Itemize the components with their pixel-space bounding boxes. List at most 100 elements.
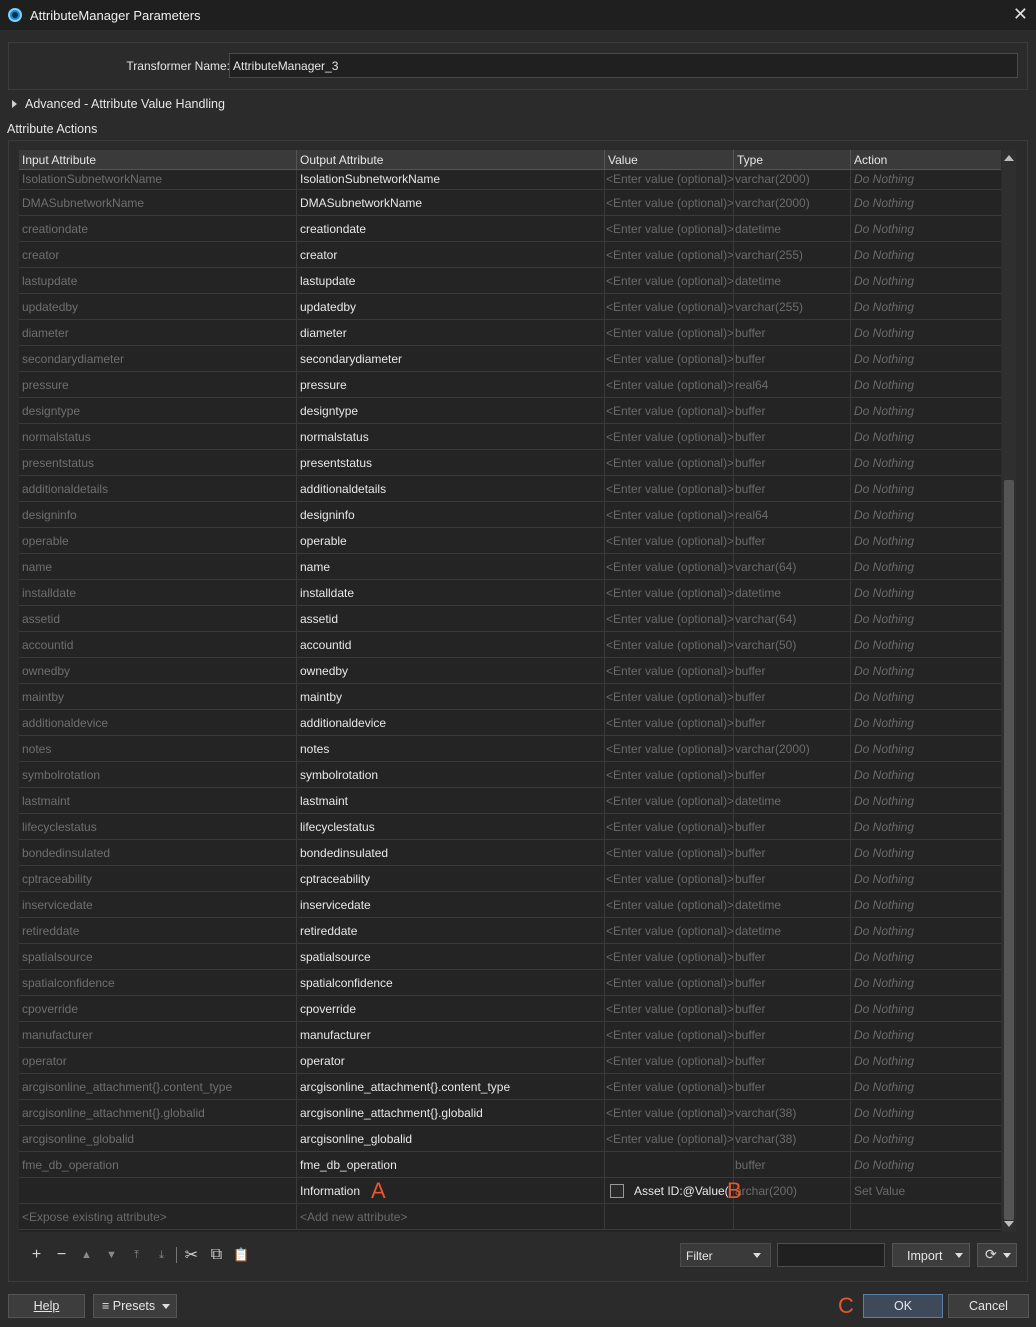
action-cell[interactable]: Do Nothing bbox=[851, 658, 1001, 683]
table-row[interactable]: arcgisonline_attachment{}.globalid arcgis… bbox=[19, 1100, 1001, 1126]
value-cell[interactable]: <Enter value (optional)> bbox=[605, 398, 734, 423]
table-row[interactable]: creator creator <Enter value (optional)> va… bbox=[19, 242, 1001, 268]
value-cell[interactable] bbox=[605, 1152, 734, 1177]
output-attribute-cell[interactable]: manufacturer bbox=[297, 1022, 605, 1047]
action-cell[interactable]: Do Nothing bbox=[851, 1048, 1001, 1073]
value-cell[interactable]: <Enter value (optional)> bbox=[605, 320, 734, 345]
table-row[interactable]: inservicedate inservicedate <Enter value (… bbox=[19, 892, 1001, 918]
table-row[interactable]: pressure pressure <Enter value (optional)>… bbox=[19, 372, 1001, 398]
value-cell[interactable]: <Enter value (optional)> bbox=[605, 658, 734, 683]
action-cell[interactable]: Do Nothing bbox=[851, 736, 1001, 761]
value-cell[interactable]: <Enter value (optional)> bbox=[605, 294, 734, 319]
table-row[interactable]: additionaldevice additionaldevice <Enter v… bbox=[19, 710, 1001, 736]
table-row[interactable]: designtype designtype <Enter value (option… bbox=[19, 398, 1001, 424]
action-cell[interactable]: Do Nothing bbox=[851, 606, 1001, 631]
table-row[interactable]: notes notes <Enter value (optional)> varcha… bbox=[19, 736, 1001, 762]
action-cell[interactable]: Do Nothing bbox=[851, 528, 1001, 553]
table-row[interactable]: fme_db_operation fme_db_operation buffer Do… bbox=[19, 1152, 1001, 1178]
table-row[interactable]: installdate installdate <Enter value (opti… bbox=[19, 580, 1001, 606]
help-button[interactable]: Help bbox=[8, 1294, 85, 1318]
table-row[interactable]: ownedby ownedby <Enter value (optional)> bu… bbox=[19, 658, 1001, 684]
table-row[interactable]: operator operator <Enter value (optional)>… bbox=[19, 1048, 1001, 1074]
value-cell[interactable]: <Enter value (optional)> bbox=[605, 918, 734, 943]
table-row[interactable]: presentstatus presentstatus <Enter value (… bbox=[19, 450, 1001, 476]
value-cell[interactable]: <Enter value (optional)> bbox=[605, 606, 734, 631]
add-new-attribute-cell[interactable]: <Add new attribute> bbox=[297, 1204, 605, 1229]
table-row[interactable]: name name <Enter value (optional)> varchar(… bbox=[19, 554, 1001, 580]
column-header-value[interactable]: Value bbox=[605, 150, 734, 170]
action-cell[interactable]: Do Nothing bbox=[851, 424, 1001, 449]
table-row[interactable]: updatedby updatedby <Enter value (optional… bbox=[19, 294, 1001, 320]
refresh-button[interactable]: ⟳ bbox=[977, 1243, 1017, 1267]
output-attribute-cell[interactable]: retireddate bbox=[297, 918, 605, 943]
table-scrollbar[interactable] bbox=[1002, 150, 1016, 1232]
output-attribute-cell[interactable]: inservicedate bbox=[297, 892, 605, 917]
value-cell[interactable]: <Enter value (optional)> bbox=[605, 996, 734, 1021]
value-cell[interactable]: <Enter value (optional)> bbox=[605, 450, 734, 475]
value-cell[interactable]: <Enter value (optional)> bbox=[605, 632, 734, 657]
value-cell[interactable]: <Enter value (optional)> bbox=[605, 814, 734, 839]
output-attribute-cell[interactable]: additionaldevice bbox=[297, 710, 605, 735]
table-row[interactable]: designinfo designinfo <Enter value (option… bbox=[19, 502, 1001, 528]
output-attribute-cell[interactable]: cptraceability bbox=[297, 866, 605, 891]
output-attribute-cell[interactable]: additionaldetails bbox=[297, 476, 605, 501]
output-attribute-cell[interactable]: IsolationSubnetworkName bbox=[297, 170, 605, 189]
table-row[interactable]: cptraceability cptraceability <Enter value… bbox=[19, 866, 1001, 892]
scroll-up-arrow-icon[interactable] bbox=[1004, 155, 1014, 161]
action-cell[interactable]: Do Nothing bbox=[851, 320, 1001, 345]
presets-button[interactable]: ≡ Presets bbox=[93, 1294, 177, 1318]
action-cell[interactable]: Do Nothing bbox=[851, 450, 1001, 475]
action-cell[interactable]: Do Nothing bbox=[851, 346, 1001, 371]
ok-button[interactable]: OK bbox=[863, 1294, 943, 1318]
value-cell[interactable]: <Enter value (optional)> bbox=[605, 528, 734, 553]
output-attribute-cell[interactable]: diameter bbox=[297, 320, 605, 345]
move-up-icon[interactable]: ▲ bbox=[74, 1243, 99, 1267]
value-cell[interactable]: <Enter value (optional)> bbox=[605, 866, 734, 891]
column-header-action[interactable]: Action bbox=[851, 150, 1001, 170]
value-cell[interactable]: <Enter value (optional)> bbox=[605, 216, 734, 241]
transformer-name-input[interactable] bbox=[229, 53, 1018, 78]
value-checkbox[interactable] bbox=[610, 1183, 624, 1198]
output-attribute-cell[interactable]: normalstatus bbox=[297, 424, 605, 449]
column-header-input[interactable]: Input Attribute bbox=[19, 150, 297, 170]
value-cell[interactable]: <Enter value (optional)> bbox=[605, 190, 734, 215]
output-attribute-cell[interactable]: arcgisonline_attachment{}.globalid bbox=[297, 1100, 605, 1125]
output-attribute-cell[interactable]: notes bbox=[297, 736, 605, 761]
table-row[interactable]: symbolrotation symbolrotation <Enter value… bbox=[19, 762, 1001, 788]
action-cell[interactable]: Do Nothing bbox=[851, 502, 1001, 527]
value-cell[interactable]: <Enter value (optional)> bbox=[605, 242, 734, 267]
action-cell[interactable]: Do Nothing bbox=[851, 170, 1001, 189]
table-row[interactable]: accountid accountid <Enter value (optional… bbox=[19, 632, 1001, 658]
value-cell[interactable]: <Enter value (optional)> bbox=[605, 1126, 734, 1151]
output-attribute-cell[interactable]: secondarydiameter bbox=[297, 346, 605, 371]
column-header-output[interactable]: Output Attribute bbox=[297, 150, 605, 170]
value-cell[interactable]: <Enter value (optional)> bbox=[605, 892, 734, 917]
import-button[interactable]: Import bbox=[892, 1243, 970, 1267]
output-attribute-cell[interactable]: assetid bbox=[297, 606, 605, 631]
table-row[interactable]: maintby maintby <Enter value (optional)> bu… bbox=[19, 684, 1001, 710]
value-cell[interactable]: <Enter value (optional)> bbox=[605, 1074, 734, 1099]
action-cell[interactable]: Do Nothing bbox=[851, 918, 1001, 943]
value-cell[interactable]: <Enter value (optional)> bbox=[605, 580, 734, 605]
table-row[interactable]: lastupdate lastupdate <Enter value (option… bbox=[19, 268, 1001, 294]
value-cell[interactable]: <Enter value (optional)> bbox=[605, 788, 734, 813]
output-attribute-cell[interactable]: installdate bbox=[297, 580, 605, 605]
remove-row-icon[interactable]: − bbox=[49, 1243, 74, 1267]
table-row[interactable]: retireddate retireddate <Enter value (opti… bbox=[19, 918, 1001, 944]
output-attribute-cell[interactable]: fme_db_operation bbox=[297, 1152, 605, 1177]
filter-dropdown[interactable]: Filter bbox=[680, 1243, 771, 1267]
table-row[interactable]: bondedinsulated bondedinsulated <Enter val… bbox=[19, 840, 1001, 866]
table-row[interactable]: spatialconfidence spatialconfidence <Enter… bbox=[19, 970, 1001, 996]
output-attribute-cell[interactable]: cpoverride bbox=[297, 996, 605, 1021]
output-attribute-cell[interactable]: ownedby bbox=[297, 658, 605, 683]
output-attribute-cell[interactable]: maintby bbox=[297, 684, 605, 709]
advanced-section-toggle[interactable]: Advanced - Attribute Value Handling bbox=[12, 97, 225, 111]
output-attribute-cell[interactable]: spatialconfidence bbox=[297, 970, 605, 995]
output-attribute-cell[interactable]: lastupdate bbox=[297, 268, 605, 293]
action-cell[interactable]: Do Nothing bbox=[851, 684, 1001, 709]
value-cell[interactable]: <Enter value (optional)> bbox=[605, 944, 734, 969]
output-attribute-cell[interactable]: name bbox=[297, 554, 605, 579]
filter-input[interactable] bbox=[777, 1243, 885, 1267]
output-attribute-cell[interactable]: symbolrotation bbox=[297, 762, 605, 787]
action-cell[interactable]: Set Value bbox=[851, 1178, 1001, 1203]
